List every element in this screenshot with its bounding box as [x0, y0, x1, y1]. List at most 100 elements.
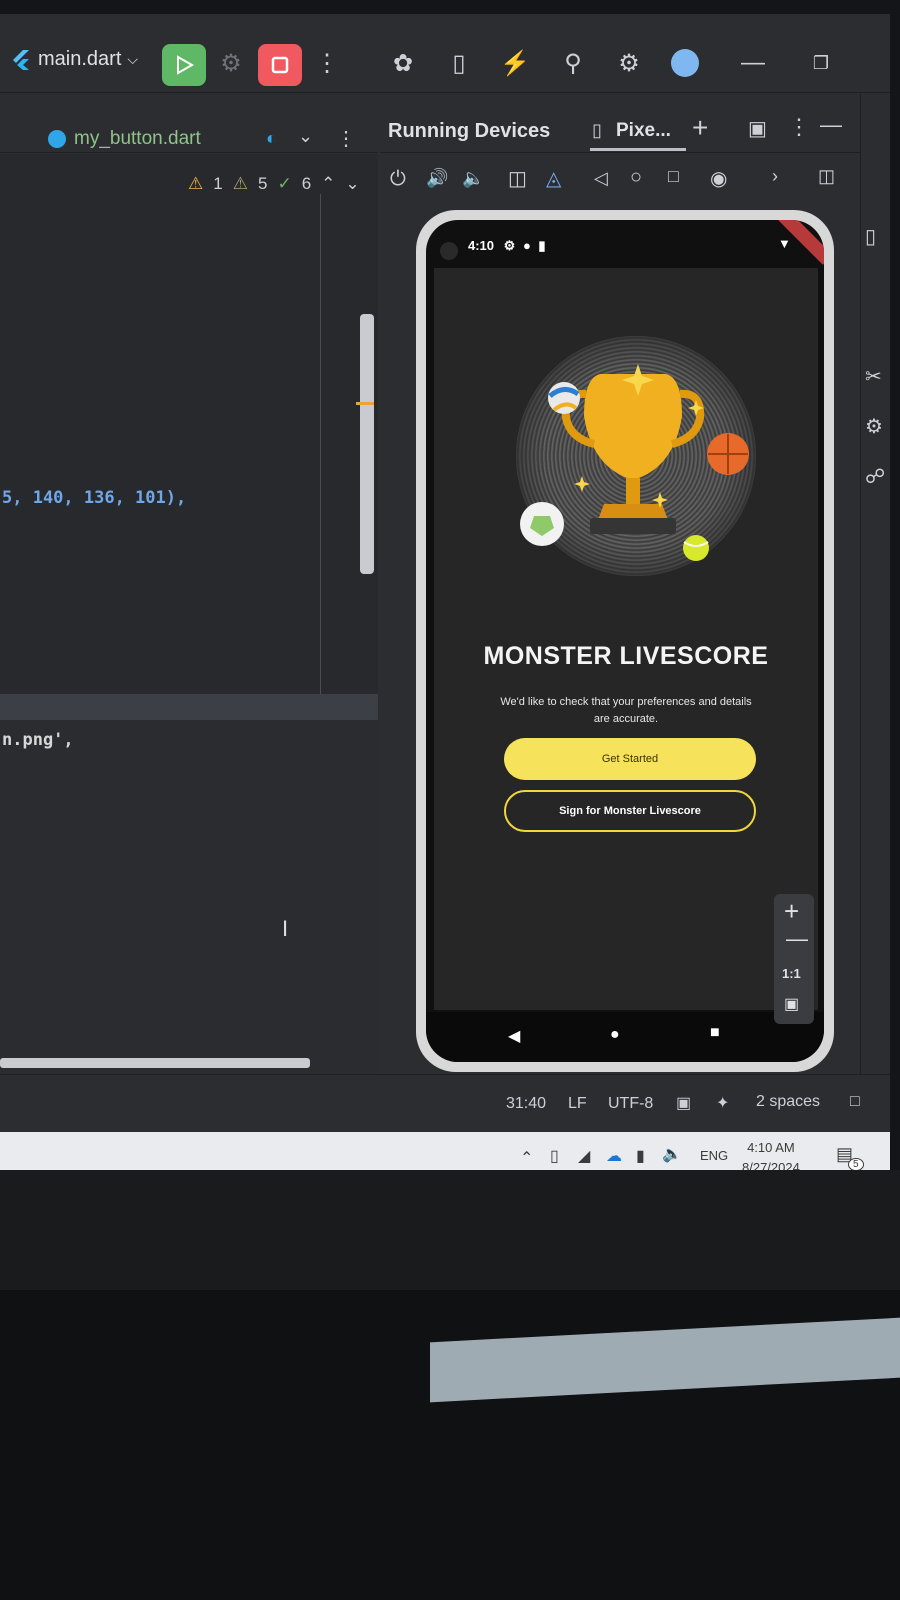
rotate-left-icon[interactable]: ◫ [508, 166, 527, 191]
editor-scrollbar[interactable] [360, 314, 374, 574]
tool-window-icon[interactable]: ✂ [865, 364, 882, 389]
nav-home-icon[interactable]: ● [610, 1026, 620, 1044]
chevron-up-icon[interactable]: ⌃ [321, 174, 335, 194]
warning-icon: ⚠ [188, 174, 204, 193]
search-icon[interactable]: ⚲ [558, 48, 588, 78]
zoom-out-icon[interactable]: — [786, 926, 808, 952]
chevron-right-icon[interactable]: › [772, 166, 778, 187]
readonly-icon[interactable]: ▣ [676, 1093, 691, 1113]
caret-position[interactable]: 31:40 [506, 1095, 546, 1113]
tool-window-icon[interactable]: ▯ [865, 224, 876, 249]
tool-window-icon[interactable]: ☍ [865, 464, 885, 489]
chevron-down-icon[interactable]: ⌄ [298, 126, 313, 147]
chevron-down-icon[interactable]: ⌄ [345, 174, 359, 194]
zoom-actual-size[interactable]: 1:1 [782, 966, 801, 981]
status-time: 4:10 [468, 238, 495, 253]
network-icon[interactable]: ◢ [578, 1146, 590, 1166]
more-vertical-icon[interactable]: ⋮ [336, 126, 356, 151]
language-indicator[interactable]: ENG [700, 1148, 728, 1163]
file-encoding[interactable]: UTF-8 [608, 1095, 653, 1113]
camera-cutout [440, 242, 458, 260]
status-bar: 4:10 ⚙ ● ▮ [468, 238, 546, 254]
line-separator[interactable]: LF [568, 1095, 587, 1113]
onedrive-icon[interactable]: ☁ [606, 1146, 622, 1166]
lock-icon[interactable]: □ [850, 1093, 860, 1111]
editor-splitter[interactable] [0, 694, 378, 720]
nav-recents-icon[interactable]: ■ [710, 1024, 720, 1042]
run-config-selector[interactable]: main.dart ⌵ [10, 48, 138, 71]
back-icon[interactable]: ◁ [594, 168, 608, 189]
ide-window: main.dart ⌵ ⚙ ⋮ ✿ ▯ ⚡ ⚲ ⚙ — ❐ my_button.… [0, 14, 890, 1200]
zoom-in-icon[interactable]: + [784, 896, 799, 927]
debug-bug-icon[interactable]: ⚙ [216, 48, 246, 78]
dart-file-icon [48, 130, 66, 148]
code-editor[interactable]: ⚠ 1 ⚠ 5 ✓ 6 ⌃ ⌄ 5, 140, 136, 101), n.png', … [0, 154, 378, 1074]
ai-assist-icon[interactable]: ✦ [716, 1093, 729, 1113]
phone-link-icon[interactable]: ▯ [550, 1146, 559, 1166]
nav-back-icon[interactable]: ◀ [508, 1026, 520, 1046]
speaker-icon[interactable]: 🔈 [662, 1144, 682, 1164]
bug-report-icon[interactable]: ✿ [388, 48, 418, 78]
volume-down-icon[interactable]: 🔈 [462, 168, 484, 189]
android-nav-bar: ◀ ● ■ [426, 1012, 824, 1062]
battery-icon[interactable]: ▮ [636, 1146, 645, 1166]
main-toolbar: main.dart ⌵ ⚙ ⋮ ✿ ▯ ⚡ ⚲ ⚙ — ❐ [0, 14, 890, 93]
overview-icon[interactable]: □ [668, 166, 679, 187]
inspection-widget[interactable]: ⚠ 1 ⚠ 5 ✓ 6 ⌃ ⌄ [188, 174, 360, 194]
right-tool-strip: ▯ ✂ ⚙ ☍ [860, 94, 890, 1074]
layout-icon[interactable]: ▣ [748, 116, 767, 141]
editor-pane-top[interactable]: ⚠ 1 ⚠ 5 ✓ 6 ⌃ ⌄ 5, 140, 136, 101), [0, 154, 378, 1074]
minimize-icon[interactable]: — [738, 48, 768, 78]
horizontal-scrollbar[interactable] [0, 1058, 310, 1068]
power-icon[interactable]: ⏻ [390, 168, 406, 191]
active-tab-indicator [590, 148, 686, 151]
tab-my-button[interactable]: my_button.dart [74, 128, 201, 150]
layout-inspector-icon[interactable]: ◫ [818, 166, 835, 187]
typo-icon: ✓ [277, 174, 292, 193]
warning-count-1: 1 [213, 174, 223, 193]
running-devices-header: Running Devices ▯ Pixe... + ▣ ⋮ — [380, 94, 890, 153]
soccer-ball-icon [520, 502, 564, 546]
run-button[interactable] [162, 44, 206, 86]
tray-chevron-icon[interactable]: ⌃ [520, 1148, 533, 1168]
account-icon[interactable] [670, 48, 700, 78]
app-subtitle: We'd like to check that your preferences… [500, 696, 752, 725]
settings-icon[interactable]: ⚙ [614, 48, 644, 78]
phone-frame: 4:10 ⚙ ● ▮ ▼ MONSTER LIVESCORE We'd like… [416, 210, 834, 1072]
sign-up-button[interactable]: Sign for Monster Livescore [504, 790, 756, 832]
app-title: MONSTER LIVESCORE [483, 642, 769, 670]
code-line-asset: n.png', [2, 730, 74, 750]
editor-pane-bottom[interactable]: n.png', I [0, 720, 378, 1074]
home-icon[interactable]: ○ [630, 166, 642, 189]
indent-setting[interactable]: 2 spaces [756, 1093, 820, 1111]
tool-window-icon[interactable]: ⚙ [865, 414, 883, 439]
phone-screen[interactable]: 4:10 ⚙ ● ▮ ▼ MONSTER LIVESCORE We'd like… [426, 220, 824, 1062]
stop-button[interactable] [258, 44, 302, 86]
weak-warning-icon: ⚠ [232, 174, 248, 193]
zoom-fit-icon[interactable]: ▣ [784, 994, 799, 1014]
zoom-controls: + — 1:1 ▣ [774, 894, 814, 1024]
rotate-right-icon[interactable]: ◬ [546, 166, 561, 191]
device-tab[interactable]: Pixe... [616, 120, 671, 142]
text-cursor-icon: I [282, 916, 289, 941]
dart-icon: ◐ [266, 128, 277, 148]
basketball-icon [707, 433, 749, 475]
more-vertical-icon[interactable]: ⋮ [788, 114, 810, 140]
editor-tab-bar: my_button.dart ◐ ⌄ ⋮ [0, 94, 378, 153]
trophy-icon [561, 374, 705, 534]
add-tab-icon[interactable]: + [692, 112, 708, 144]
screenshot-icon[interactable]: ◉ [710, 166, 727, 191]
more-vertical-icon[interactable]: ⋮ [312, 48, 342, 78]
get-started-button[interactable]: Get Started [504, 738, 756, 780]
hide-panel-icon[interactable]: — [820, 112, 842, 138]
flash-icon[interactable]: ⚡ [500, 48, 530, 78]
trophy-illustration [520, 364, 749, 561]
device-manager-icon[interactable]: ▯ [444, 48, 474, 78]
restore-icon[interactable]: ❐ [806, 48, 836, 78]
settings-status-icon: ⚙ [503, 238, 516, 253]
volume-up-icon[interactable]: 🔊 [426, 168, 448, 189]
chevron-down-icon: ⌵ [127, 51, 138, 67]
run-config-label: main.dart [38, 48, 122, 70]
warning-count-2: 5 [257, 174, 268, 193]
run-icon [177, 55, 195, 75]
